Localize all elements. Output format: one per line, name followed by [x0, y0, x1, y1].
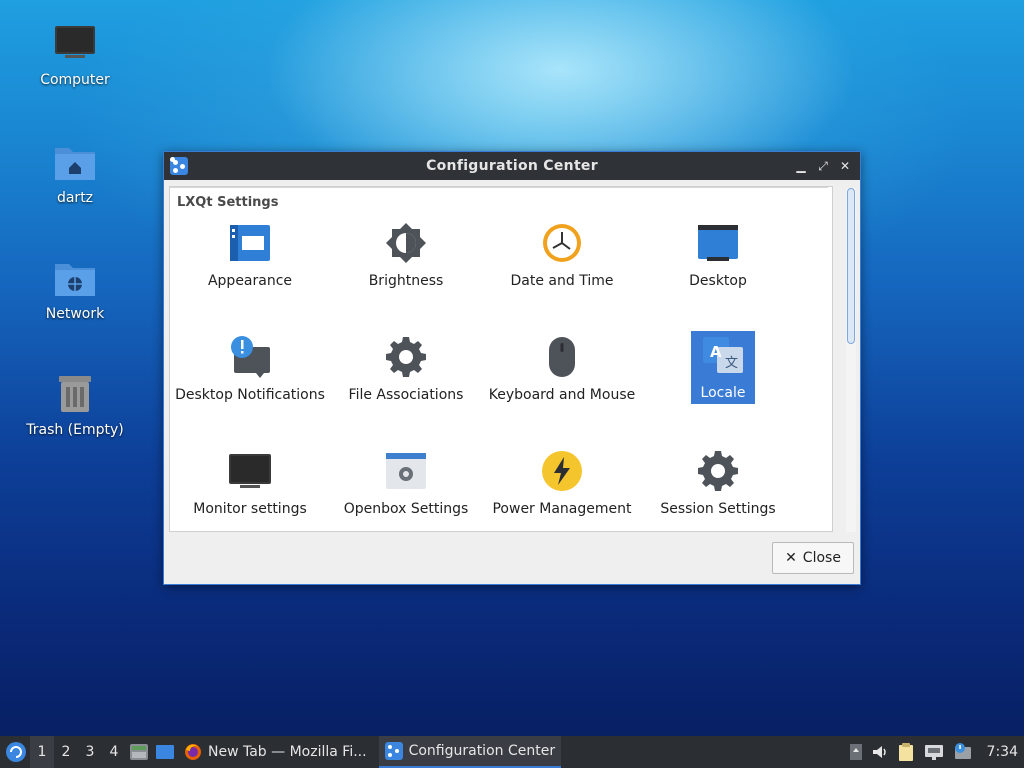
- file-manager-launcher[interactable]: [126, 736, 152, 768]
- maximize-button[interactable]: ⤢: [816, 159, 830, 173]
- item-label: Openbox Settings: [343, 501, 469, 517]
- window-title: Configuration Center: [426, 158, 598, 174]
- tray-expander-icon[interactable]: [849, 743, 863, 761]
- item-label: Monitor settings: [193, 501, 307, 517]
- mouse-icon: [540, 335, 584, 379]
- firefox-icon: [185, 744, 201, 760]
- volume-icon[interactable]: [871, 743, 889, 761]
- start-menu-button[interactable]: [2, 738, 30, 766]
- workspace-3[interactable]: 3: [78, 736, 102, 768]
- vertical-scrollbar[interactable]: [846, 188, 856, 534]
- desktop-icon-home[interactable]: dartz: [20, 140, 130, 206]
- dialog-footer: ✕ Close: [164, 532, 860, 584]
- gear-icon: [696, 449, 740, 493]
- desktop-icon-trash[interactable]: Trash (Empty): [20, 372, 130, 438]
- settings-panel: LXQt Settings Appearance Brightness Date: [169, 186, 833, 532]
- minimize-button[interactable]: ▁: [794, 159, 808, 173]
- clipboard-icon[interactable]: [897, 742, 915, 762]
- item-keyboard-and-mouse[interactable]: Keyboard and Mouse: [487, 335, 637, 404]
- home-folder-icon: [55, 148, 95, 180]
- clock-icon: [540, 221, 584, 265]
- item-monitor-settings[interactable]: Monitor settings: [175, 449, 325, 518]
- file-manager-icon: [130, 744, 148, 760]
- item-session-settings[interactable]: Session Settings: [643, 449, 793, 518]
- desktop-icon-network[interactable]: Network: [20, 256, 130, 322]
- config-icon: [384, 742, 403, 760]
- item-label: Power Management: [492, 501, 632, 517]
- task-label: New Tab — Mozilla Fi...: [208, 744, 367, 760]
- item-date-and-time[interactable]: Date and Time: [487, 221, 637, 290]
- svg-text:A: A: [710, 343, 722, 361]
- item-label: File Associations: [348, 387, 464, 403]
- network-icon[interactable]: [923, 743, 945, 761]
- item-power-management[interactable]: Power Management: [487, 449, 637, 518]
- notification-icon: [228, 335, 272, 379]
- task-firefox[interactable]: New Tab — Mozilla Fi...: [178, 736, 373, 768]
- item-label: Session Settings: [660, 501, 776, 517]
- item-desktop[interactable]: Desktop: [643, 221, 793, 290]
- show-desktop-launcher[interactable]: [152, 736, 178, 768]
- lxqt-logo-icon: [6, 742, 26, 762]
- trash-icon: [59, 376, 91, 412]
- close-window-button[interactable]: ✕: [838, 159, 852, 173]
- system-tray: 7:34: [849, 742, 1018, 762]
- close-icon: ✕: [785, 550, 797, 566]
- taskbar: 1 2 3 4 New Tab — Mozilla Fi... Configur…: [0, 736, 1024, 768]
- item-label: Brightness: [368, 273, 444, 289]
- brightness-icon: [384, 221, 428, 265]
- computer-icon: [55, 26, 95, 58]
- settings-grid: Appearance Brightness Date and Time Desk…: [170, 187, 834, 533]
- workspace-4[interactable]: 4: [102, 736, 126, 768]
- close-button-label: Close: [802, 550, 841, 566]
- item-appearance[interactable]: Appearance: [175, 221, 325, 290]
- item-brightness[interactable]: Brightness: [331, 221, 481, 290]
- gear-icon: [384, 335, 428, 379]
- desktop-icon-label: Computer: [40, 72, 110, 88]
- desktop-icon-computer[interactable]: Computer: [20, 22, 130, 88]
- item-label: Date and Time: [510, 273, 614, 289]
- item-label: Appearance: [207, 273, 293, 289]
- clock[interactable]: 7:34: [987, 744, 1018, 760]
- task-configuration-center[interactable]: Configuration Center: [378, 736, 562, 768]
- item-label: Keyboard and Mouse: [488, 387, 636, 403]
- task-label: Configuration Center: [408, 743, 556, 759]
- power-icon: [540, 449, 584, 493]
- desktop-icon-label: Network: [45, 306, 105, 322]
- desktop-icon: [696, 221, 740, 265]
- workspace-1[interactable]: 1: [30, 736, 54, 768]
- network-folder-icon: [55, 264, 95, 296]
- titlebar[interactable]: Configuration Center ▁ ⤢ ✕: [164, 152, 860, 180]
- show-desktop-icon: [156, 745, 174, 759]
- item-label: Desktop: [689, 273, 747, 289]
- appearance-icon: [228, 221, 272, 265]
- svg-text:文: 文: [725, 356, 738, 371]
- configuration-center-window: Configuration Center ▁ ⤢ ✕ LXQt Settings…: [163, 151, 861, 585]
- translate-icon: A文: [701, 333, 745, 377]
- item-label: Locale: [700, 385, 746, 401]
- scrollbar-thumb[interactable]: [847, 188, 855, 344]
- desktop-icon-label: Trash (Empty): [26, 422, 124, 438]
- openbox-icon: [384, 449, 428, 493]
- close-button[interactable]: ✕ Close: [772, 542, 854, 574]
- item-file-associations[interactable]: File Associations: [331, 335, 481, 404]
- monitor-icon: [228, 449, 272, 493]
- item-desktop-notifications[interactable]: Desktop Notifications: [175, 335, 325, 404]
- notification-tray-icon[interactable]: [953, 742, 973, 762]
- item-label: Desktop Notifications: [175, 387, 325, 403]
- workspace-2[interactable]: 2: [54, 736, 78, 768]
- item-openbox-settings[interactable]: Openbox Settings: [331, 449, 481, 518]
- item-locale[interactable]: A文 Locale: [691, 331, 755, 404]
- desktop-icon-label: dartz: [56, 190, 94, 206]
